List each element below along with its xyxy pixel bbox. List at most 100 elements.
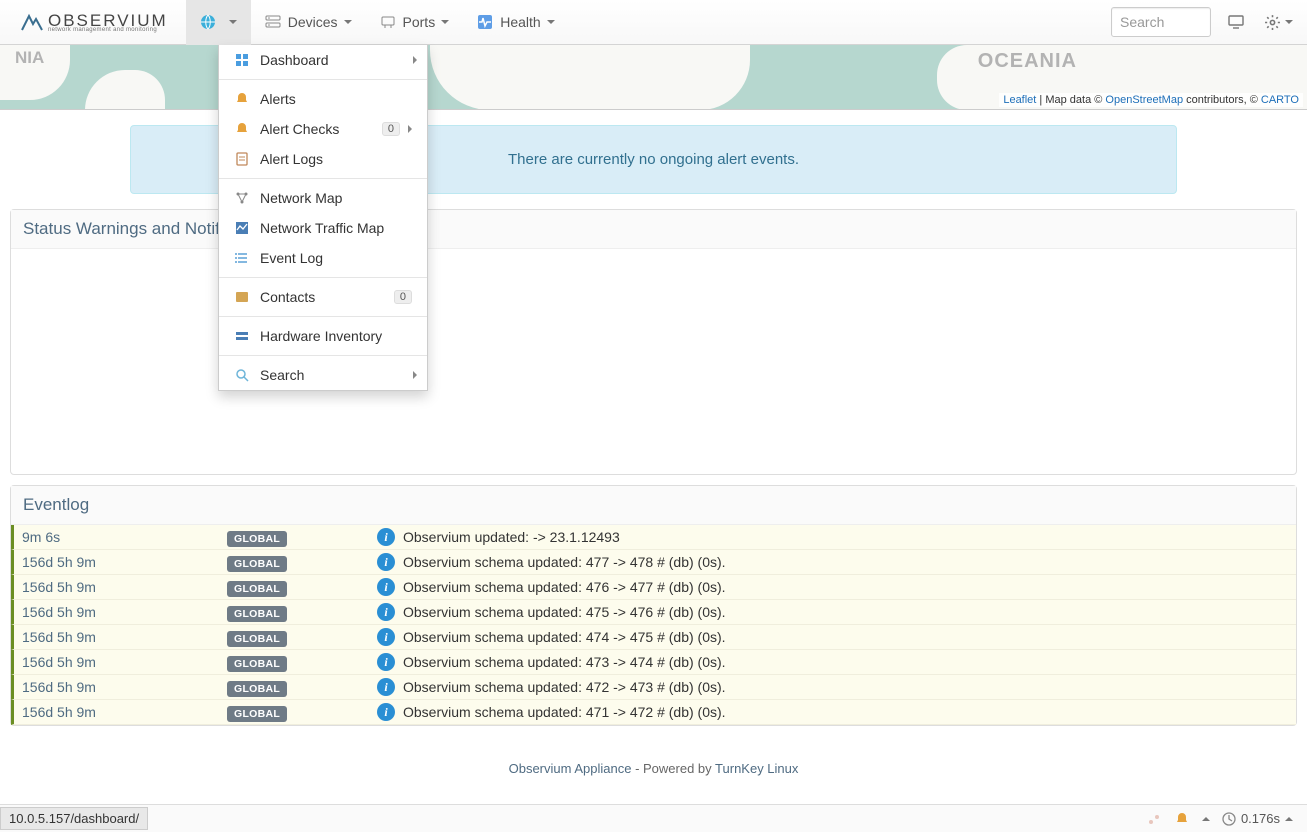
chevron-right-icon: [413, 56, 417, 64]
map-label-oceania: OCEANIA: [978, 50, 1077, 73]
alert-bell-icon[interactable]: [1174, 811, 1190, 827]
event-scope: GLOBAL: [227, 704, 377, 720]
menu-search[interactable]: Search: [219, 360, 427, 390]
nav-ports-label: Ports: [403, 14, 436, 30]
menu-hardware-inventory[interactable]: Hardware Inventory: [219, 321, 427, 351]
menu-dashboard-label: Dashboard: [260, 52, 329, 68]
event-message: Observium schema updated: 471 -> 472 # (…: [403, 704, 726, 720]
global-badge: GLOBAL: [227, 681, 287, 697]
eventlog-row[interactable]: 156d 5h 9mGLOBAL i Observium schema update…: [11, 575, 1296, 600]
menu-contacts[interactable]: Contacts 0: [219, 282, 427, 312]
search-input[interactable]: [1111, 7, 1211, 37]
eventlog-row[interactable]: 156d 5h 9mGLOBALiObservium schema update…: [11, 700, 1296, 725]
chevron-down-icon: [547, 20, 555, 24]
monitor-icon: [1228, 14, 1244, 30]
chevron-right-icon: [408, 125, 412, 133]
menu-alerts-label: Alerts: [260, 91, 296, 107]
search-icon: [234, 367, 250, 383]
bell-icon: [234, 91, 250, 107]
menu-alert-logs-label: Alert Logs: [260, 151, 323, 167]
eventlog-title: Eventlog: [11, 486, 1296, 525]
info-icon: i: [377, 603, 395, 621]
menu-dashboard[interactable]: Dashboard: [219, 45, 427, 75]
heartbeat-icon: [477, 14, 493, 30]
footer-tkl-link[interactable]: TurnKey Linux: [715, 761, 798, 776]
menu-network-traffic-map-label: Network Traffic Map: [260, 220, 384, 236]
logo-mountain-icon: [20, 10, 44, 34]
eventlog-row[interactable]: 156d 5h 9mGLOBALiObservium schema update…: [11, 550, 1296, 575]
event-time: 156d 5h 9m: [22, 654, 227, 670]
brand-logo[interactable]: OBSERVIUM network management and monitor…: [12, 10, 176, 34]
load-time[interactable]: 0.176s: [1222, 811, 1293, 826]
leaflet-link[interactable]: Leaflet: [1003, 94, 1036, 106]
fullscreen-button[interactable]: [1219, 5, 1253, 39]
nav-devices[interactable]: Devices: [251, 0, 366, 45]
menu-hardware-inventory-label: Hardware Inventory: [260, 328, 382, 344]
menu-alerts[interactable]: Alerts: [219, 84, 427, 114]
event-time: 156d 5h 9m: [22, 629, 227, 645]
event-time: 156d 5h 9m: [22, 554, 227, 570]
chevron-right-icon: [413, 371, 417, 379]
menu-contacts-label: Contacts: [260, 289, 315, 305]
status-panel-title: Status Warnings and Notifications: [11, 210, 1296, 249]
poller-status-icon[interactable]: [1146, 811, 1162, 827]
dashboard-icon: [234, 52, 250, 68]
menu-divider: [219, 316, 427, 317]
settings-dropdown[interactable]: [1261, 5, 1295, 39]
info-icon: i: [377, 678, 395, 696]
info-icon: i: [377, 553, 395, 571]
status-panel-body: [11, 249, 1296, 474]
chevron-up-icon[interactable]: [1202, 817, 1210, 821]
nav-globe-dropdown[interactable]: [186, 0, 251, 45]
inventory-icon: [234, 328, 250, 344]
event-time: 156d 5h 9m: [22, 704, 227, 720]
contacts-icon: [234, 289, 250, 305]
global-badge: GLOBAL: [227, 706, 287, 722]
global-badge: GLOBAL: [227, 631, 287, 647]
info-icon: i: [377, 528, 395, 546]
menu-network-traffic-map[interactable]: Network Traffic Map: [219, 213, 427, 243]
eventlog-row[interactable]: 9m 6sGLOBALiObservium updated: -> 23.1.1…: [11, 525, 1296, 550]
menu-search-label: Search: [260, 367, 304, 383]
event-message: Observium schema updated: 476 -> 477 # (…: [403, 579, 726, 595]
menu-divider: [219, 79, 427, 80]
status-panel: Status Warnings and Notifications: [10, 209, 1297, 475]
eventlog-row[interactable]: 156d 5h 9mGLOBALiObservium schema update…: [11, 675, 1296, 700]
event-message: Observium schema updated: 474 -> 475 # (…: [403, 629, 726, 645]
menu-event-log[interactable]: Event Log: [219, 243, 427, 273]
map-label-nia: NIA: [15, 48, 44, 68]
statusbar-url: 10.0.5.157/dashboard/: [0, 807, 148, 830]
menu-alert-logs[interactable]: Alert Logs: [219, 144, 427, 174]
map-panel[interactable]: NIA OCEANIA Leaflet | Map data © OpenStr…: [0, 45, 1307, 110]
global-badge: GLOBAL: [227, 581, 287, 597]
map-attribution: Leaflet | Map data © OpenStreetMap contr…: [999, 93, 1303, 107]
globe-dropdown-menu: Dashboard Alerts Alert Checks 0 Alert Lo…: [218, 45, 428, 391]
event-time: 156d 5h 9m: [22, 604, 227, 620]
menu-alert-checks[interactable]: Alert Checks 0: [219, 114, 427, 144]
info-icon: i: [377, 628, 395, 646]
event-time: 9m 6s: [22, 529, 227, 545]
event-message: Observium schema updated: 472 -> 473 # (…: [403, 679, 726, 695]
footer: Observium Appliance - Powered by TurnKey…: [0, 736, 1307, 801]
chevron-down-icon: [344, 20, 352, 24]
osm-link[interactable]: OpenStreetMap: [1105, 94, 1183, 106]
menu-network-map[interactable]: Network Map: [219, 183, 427, 213]
gear-icon: [1264, 14, 1281, 31]
info-icon: i: [377, 578, 395, 596]
event-time: 156d 5h 9m: [22, 579, 227, 595]
menu-alert-checks-label: Alert Checks: [260, 121, 339, 137]
load-time-value: 0.176s: [1241, 811, 1280, 826]
footer-app-link[interactable]: Observium Appliance: [509, 761, 632, 776]
attrib-text: | Map data ©: [1036, 94, 1105, 106]
chevron-down-icon: [441, 20, 449, 24]
nav-health-label: Health: [500, 14, 540, 30]
event-message: Observium updated: -> 23.1.12493: [403, 529, 620, 545]
global-badge: GLOBAL: [227, 606, 287, 622]
footer-mid: - Powered by: [631, 761, 715, 776]
nav-ports[interactable]: Ports: [366, 0, 464, 45]
carto-link[interactable]: CARTO: [1261, 94, 1299, 106]
eventlog-row[interactable]: 156d 5h 9mGLOBALiObservium schema update…: [11, 650, 1296, 675]
eventlog-row[interactable]: 156d 5h 9mGLOBALiObservium schema update…: [11, 600, 1296, 625]
eventlog-row[interactable]: 156d 5h 9mGLOBAL i Observium schema update…: [11, 625, 1296, 650]
nav-health[interactable]: Health: [463, 0, 568, 45]
